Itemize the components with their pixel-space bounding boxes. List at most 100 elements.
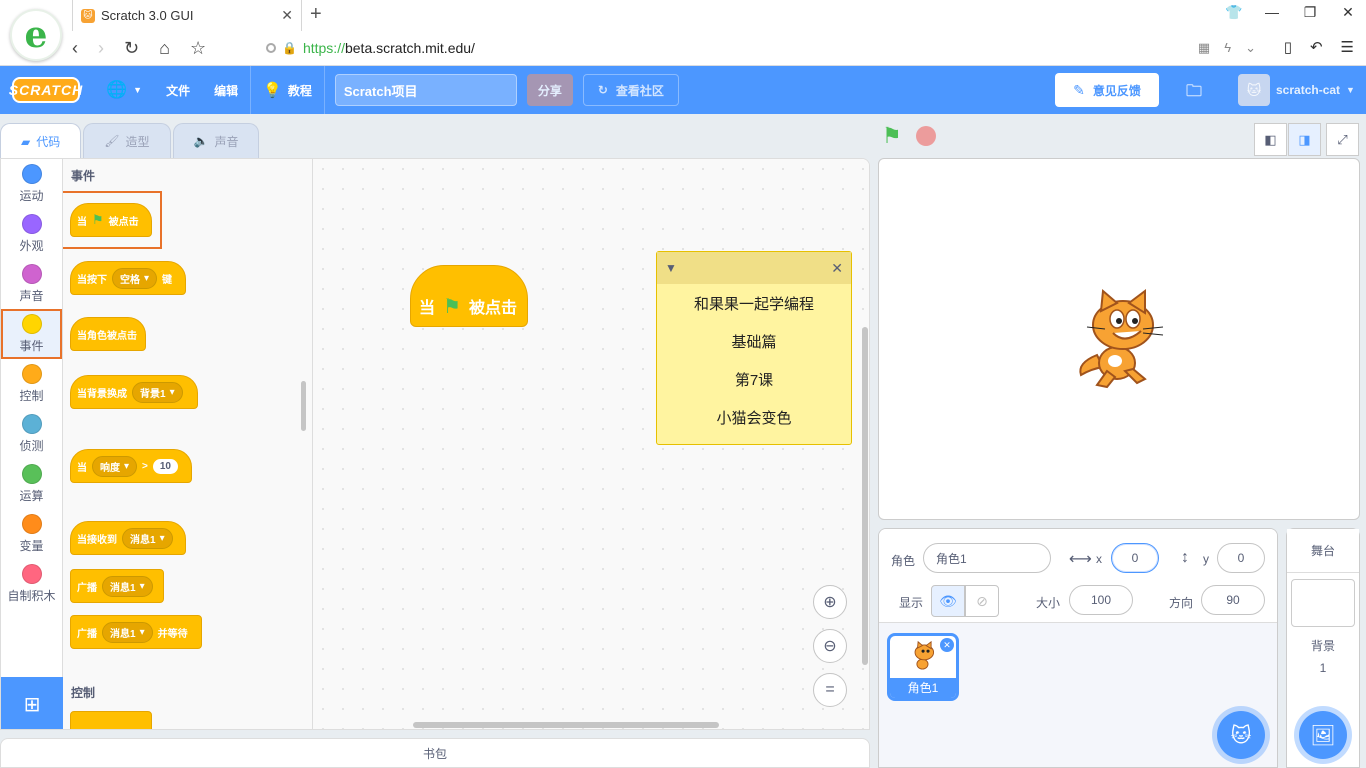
url-text[interactable]: https://beta.scratch.mit.edu/	[303, 40, 475, 56]
script-horizontal-scrollbar[interactable]	[413, 722, 719, 728]
y-input[interactable]: 0	[1217, 543, 1265, 573]
stop-icon[interactable]	[916, 126, 936, 146]
tutorials-button[interactable]: 💡 教程	[251, 66, 324, 114]
category-events[interactable]: 事件	[1, 309, 62, 359]
key-dropdown[interactable]: 空格 ▾	[112, 267, 158, 289]
threshold-input[interactable]: 10	[152, 458, 178, 474]
category-operators[interactable]: 运算	[1, 459, 62, 509]
block-when-key-pressed[interactable]: 当按下 空格 ▾ 键	[70, 261, 186, 295]
category-sound[interactable]: 声音	[1, 259, 62, 309]
category-variables[interactable]: 变量	[1, 509, 62, 559]
zoom-in-button[interactable]: ⊕	[813, 585, 847, 619]
my-stuff-folder-icon[interactable]: 🗀	[1186, 80, 1202, 107]
site-info-icon[interactable]	[266, 43, 276, 53]
home-icon[interactable]: ⌂	[159, 38, 170, 59]
new-tab-icon[interactable]: +	[310, 3, 322, 26]
fullscreen-button[interactable]: ⤢	[1326, 123, 1359, 156]
block-broadcast-and-wait[interactable]: 广播 消息1 ▾ 并等待	[70, 615, 202, 649]
category-my-blocks[interactable]: 自制积木	[1, 559, 62, 609]
user-menu[interactable]: 🐱 scratch-cat ▼	[1238, 74, 1355, 106]
qr-code-icon[interactable]: ▦	[1198, 40, 1210, 56]
language-menu[interactable]: 🌐 ▼	[94, 66, 154, 114]
script-block-when-flag-clicked[interactable]: 当 ⚑ 被点击	[410, 265, 528, 327]
palette-scrollbar[interactable]	[301, 381, 306, 431]
block-wait-partial[interactable]	[70, 711, 152, 729]
stage-thumbnail[interactable]	[1291, 579, 1355, 627]
back-icon[interactable]: ‹	[72, 38, 78, 59]
chevron-down-icon: ▼	[1346, 85, 1355, 95]
x-input[interactable]: 0	[1111, 543, 1159, 573]
file-menu[interactable]: 文件	[154, 66, 202, 114]
zoom-reset-button[interactable]: =	[813, 673, 847, 707]
stage-selector-panel[interactable]: 舞台 背景 1 🖼	[1286, 528, 1360, 768]
minimize-icon[interactable]: —	[1262, 4, 1282, 21]
scratch-cat-sprite[interactable]	[1067, 285, 1177, 395]
normal-stage-button[interactable]: ◨	[1288, 123, 1321, 156]
note-line: 第7课	[734, 372, 774, 389]
globe-icon: 🌐	[106, 80, 128, 99]
chevron-down-icon[interactable]: ⌄	[1245, 40, 1256, 56]
collapse-triangle-icon[interactable]: ▼	[665, 261, 677, 275]
message-dropdown[interactable]: 消息1 ▾	[102, 575, 153, 597]
small-stage-button[interactable]: ◧	[1254, 123, 1287, 156]
block-when-sprite-clicked[interactable]: 当角色被点击	[70, 317, 146, 351]
y-label: y	[1203, 552, 1209, 566]
scratch-logo[interactable]: SCRATCH	[9, 77, 82, 103]
block-broadcast[interactable]: 广播 消息1 ▾	[70, 569, 164, 603]
close-window-icon[interactable]: ✕	[1338, 4, 1358, 21]
share-button[interactable]: 分享	[526, 74, 573, 106]
browser-logo-icon[interactable]: e	[10, 9, 62, 61]
delete-sprite-icon[interactable]: ✕	[940, 638, 954, 652]
category-looks[interactable]: 外观	[1, 209, 62, 259]
script-area[interactable]: 当 ⚑ 被点击 ▼ ✕ 和果果一起学编程 基础篇 第7课 小猫会变色 ⊕ ⊖ =	[313, 159, 869, 729]
message-dropdown[interactable]: 消息1 ▾	[102, 621, 153, 643]
sprite-thumbnail[interactable]: ✕ 角色1	[887, 633, 959, 701]
reload-icon[interactable]: ↻	[124, 38, 139, 59]
stage-canvas[interactable]	[878, 158, 1360, 520]
backpack-bar[interactable]: 书包	[0, 738, 870, 768]
add-extension-button[interactable]: ⊞	[1, 677, 63, 729]
note-body[interactable]: 和果果一起学编程 基础篇 第7课 小猫会变色	[657, 284, 851, 438]
skin-icon[interactable]: 👕	[1224, 4, 1244, 21]
block-when-receive-message[interactable]: 当接收到 消息1 ▾	[70, 521, 186, 555]
tab-code[interactable]: ▰ 代码	[0, 123, 82, 159]
backdrop-dropdown[interactable]: 背景1 ▾	[132, 381, 183, 403]
category-control[interactable]: 控制	[1, 359, 62, 409]
category-motion[interactable]: 运动	[1, 159, 62, 209]
see-community-button[interactable]: ↻ 查看社区	[582, 74, 679, 106]
edit-menu[interactable]: 编辑	[202, 66, 250, 114]
menu-icon[interactable]: ☰	[1341, 38, 1354, 56]
undo-icon[interactable]: ↶	[1310, 38, 1323, 56]
tab-sounds[interactable]: 🔈 声音	[172, 123, 260, 158]
sensor-dropdown[interactable]: 响度 ▾	[92, 455, 138, 477]
script-vertical-scrollbar[interactable]	[862, 327, 868, 665]
add-backdrop-button[interactable]: 🖼	[1299, 711, 1347, 759]
device-icon[interactable]: ▯	[1284, 38, 1292, 56]
green-flag-icon: ⚑	[443, 295, 461, 318]
address-bar[interactable]: 🔒 https://beta.scratch.mit.edu/ ▦ ϟ ⌄	[266, 34, 1256, 62]
feedback-button[interactable]: ✎ 意见反馈	[1055, 73, 1159, 107]
show-visible-button[interactable]: 👁	[931, 585, 965, 617]
zoom-out-button[interactable]: ⊖	[813, 629, 847, 663]
show-hidden-button[interactable]: ⊘	[965, 585, 999, 617]
note-header[interactable]: ▼ ✕	[657, 252, 851, 284]
tab-costumes[interactable]: 🖌 造型	[83, 123, 171, 158]
direction-input[interactable]: 90	[1201, 585, 1265, 615]
message-dropdown[interactable]: 消息1 ▾	[122, 527, 173, 549]
size-input[interactable]: 100	[1069, 585, 1133, 615]
sprite-name-input[interactable]: 角色1	[923, 543, 1051, 573]
comment-note[interactable]: ▼ ✕ 和果果一起学编程 基础篇 第7课 小猫会变色	[656, 251, 852, 445]
lightning-icon[interactable]: ϟ	[1224, 40, 1231, 56]
restore-icon[interactable]: ❐	[1300, 4, 1320, 21]
block-when-backdrop-switches[interactable]: 当背景换成 背景1 ▾	[70, 375, 198, 409]
favorite-star-icon[interactable]: ☆	[190, 38, 206, 59]
tab-close-icon[interactable]: ✕	[281, 7, 293, 24]
close-note-icon[interactable]: ✕	[831, 260, 843, 277]
add-sprite-button[interactable]: 🐱	[1217, 711, 1265, 759]
category-sensing[interactable]: 侦测	[1, 409, 62, 459]
block-when-loudness-greater[interactable]: 当 响度 ▾ > 10	[70, 449, 192, 483]
forward-icon[interactable]: ›	[98, 38, 104, 59]
green-flag-icon[interactable]: ⚑	[882, 123, 902, 149]
browser-tab[interactable]: 🐱 Scratch 3.0 GUI ✕	[72, 0, 302, 31]
project-title-input[interactable]: Scratch项目	[334, 74, 517, 106]
